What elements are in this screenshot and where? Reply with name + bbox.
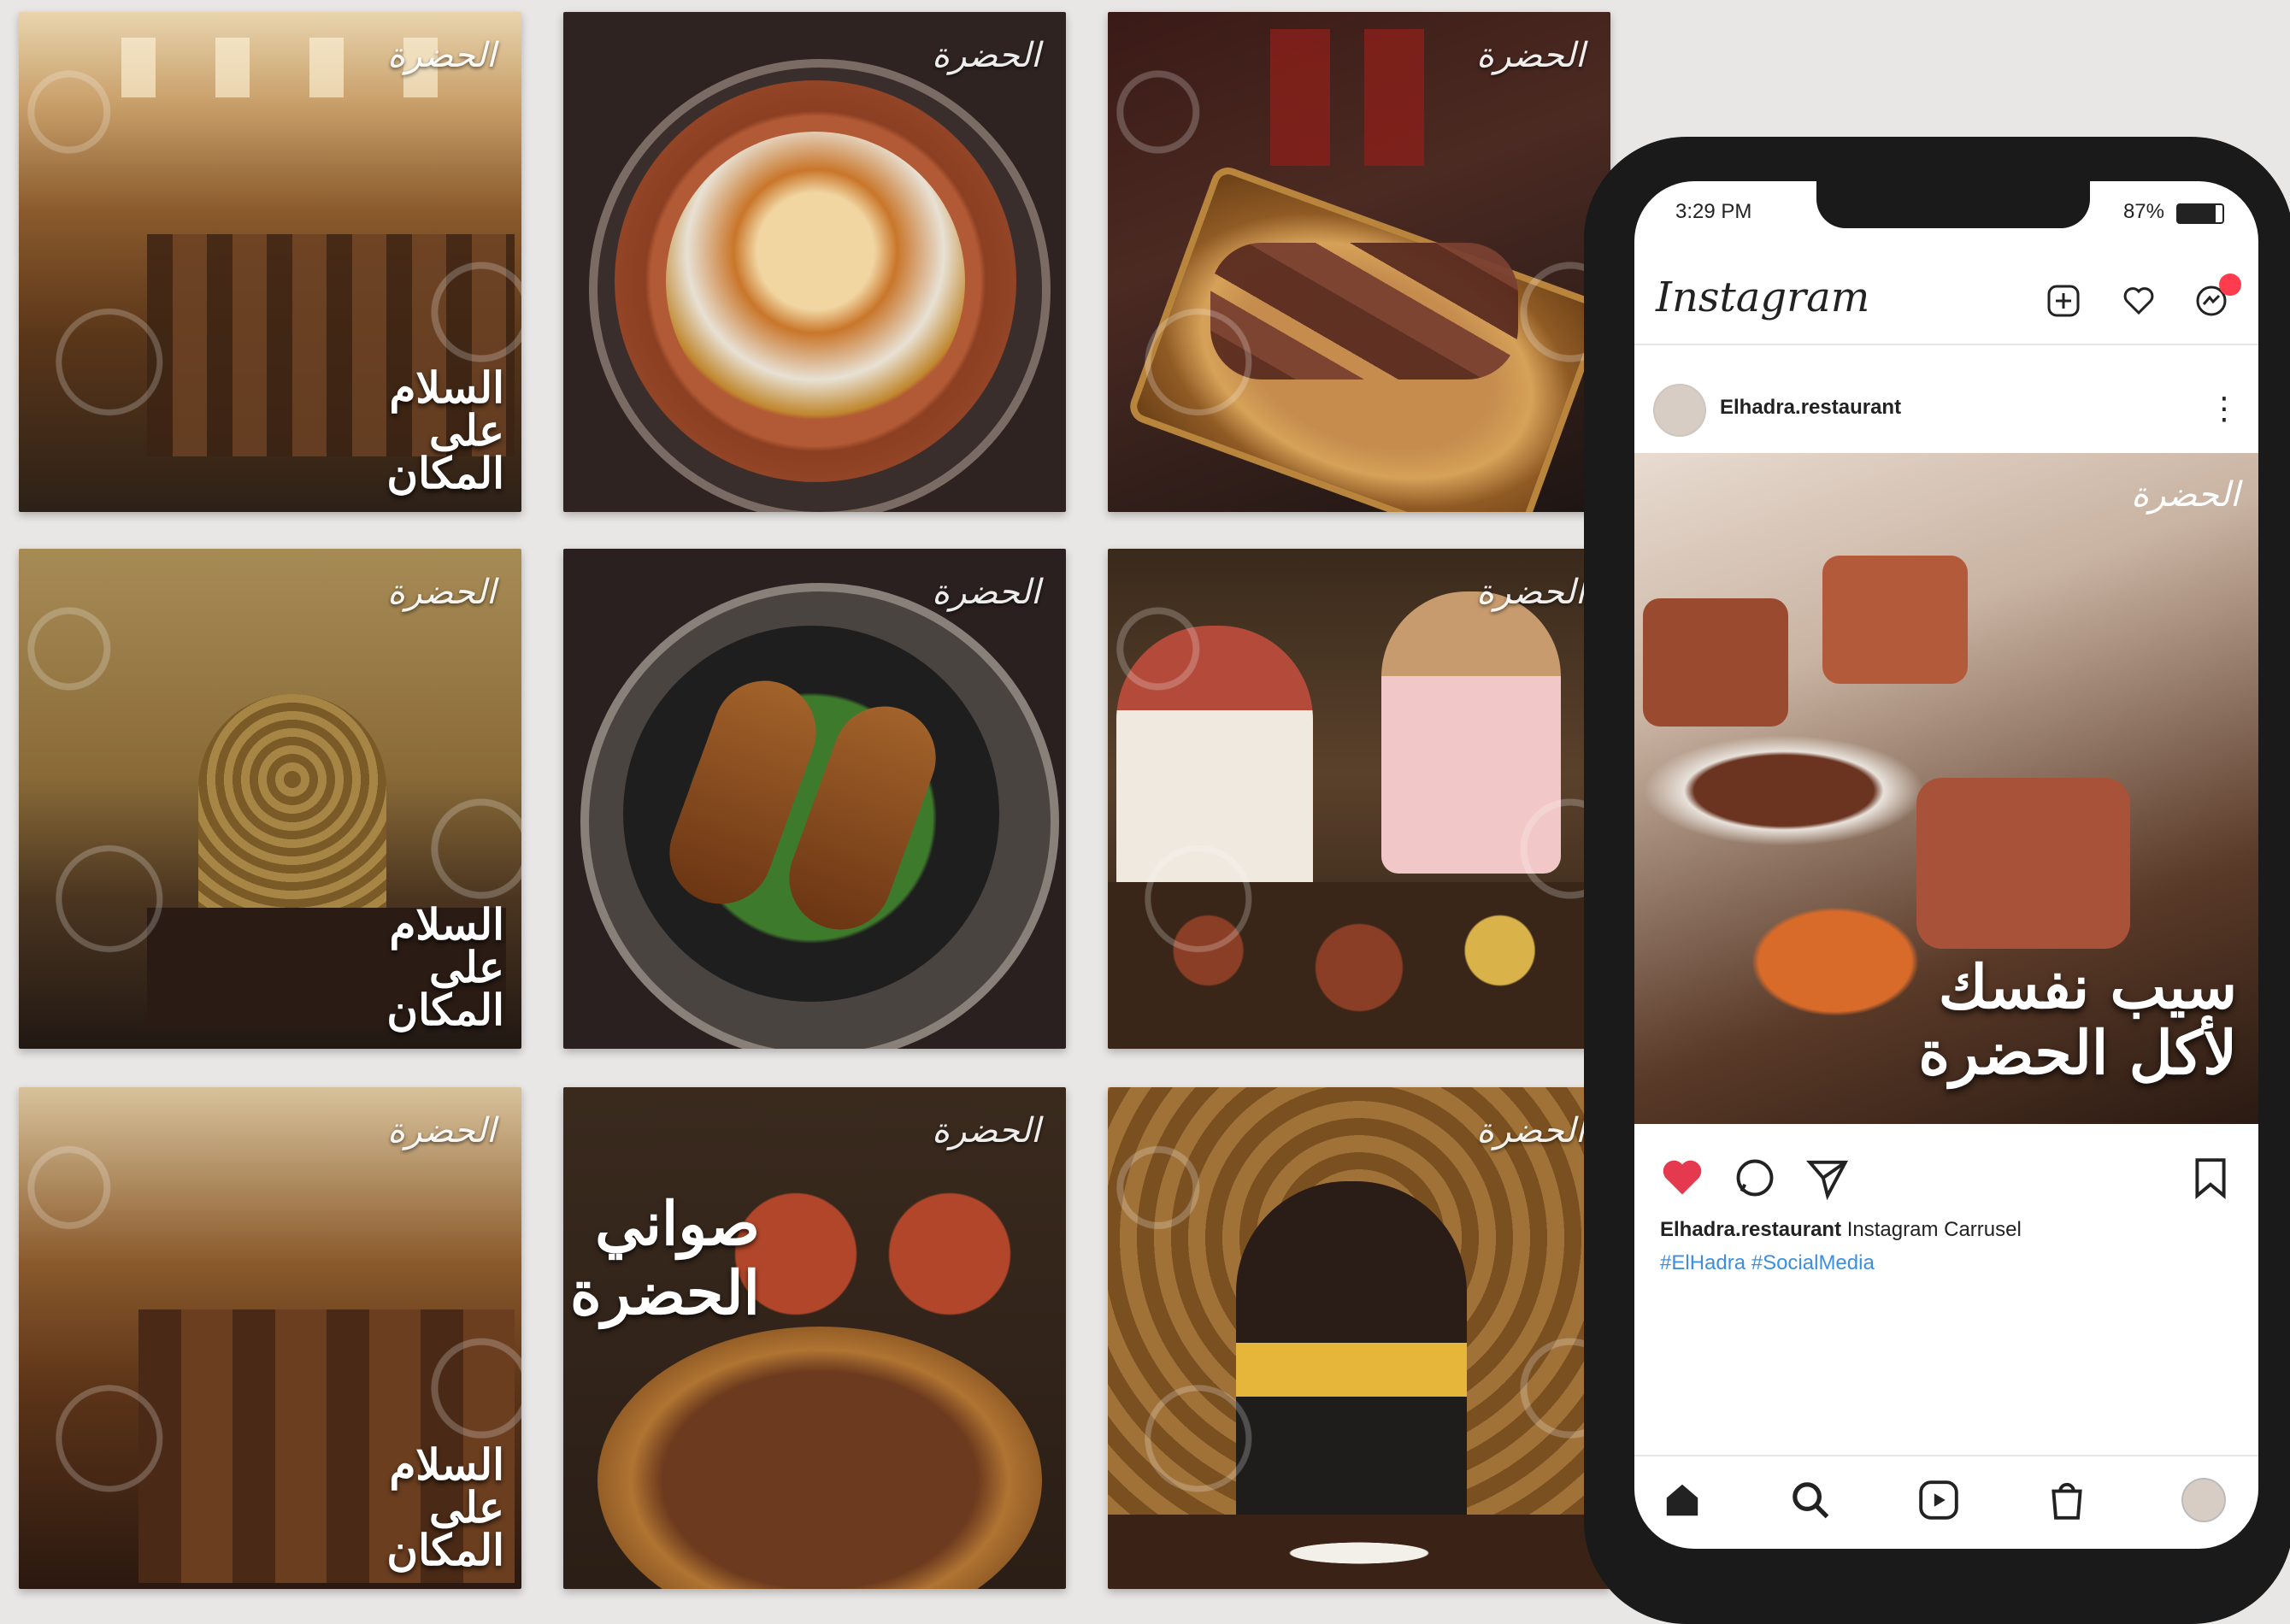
calligraphy-pattern [1108, 549, 1610, 1049]
more-options-icon[interactable]: ⋮ [2209, 391, 2240, 427]
share-icon[interactable] [1805, 1156, 1850, 1200]
slogan-text: السلام على المكان [386, 362, 504, 498]
calligraphy-pattern [1108, 1087, 1610, 1589]
fried-dish [1737, 897, 1934, 1026]
phone-notch [1816, 181, 2090, 228]
calligraphy-pattern [1108, 12, 1610, 512]
grid-post-8[interactable]: صواني الحضرة الحضرة [563, 1087, 1066, 1589]
home-icon[interactable] [1660, 1478, 1704, 1522]
grid-post-1[interactable]: الحضرة السلام على المكان [19, 12, 521, 512]
phone-screen: 3:29 PM 87% Instagram Elhadra.restaurant… [1634, 181, 2258, 1549]
soup-bowls [734, 1190, 1042, 1318]
instagram-header: Instagram [1634, 258, 2258, 344]
header-divider [1634, 344, 2258, 345]
post-header: Elhadra.restaurant ⋮ [1634, 365, 2258, 450]
heart-icon[interactable] [2122, 284, 2156, 318]
notification-dot [2219, 274, 2241, 296]
clay-pot-center [1822, 556, 1968, 684]
post-brand-logo: الحضرة [2131, 475, 2240, 515]
brand-logo: الحضرة [387, 36, 496, 75]
post-username[interactable]: Elhadra.restaurant [1720, 396, 1901, 420]
brand-logo: الحضرة [932, 1111, 1040, 1150]
reels-icon[interactable] [1916, 1478, 1961, 1522]
post-headline-line1: سيب نفسك [1938, 951, 2237, 1022]
post-headline: سيب نفسك لأكل الحضرة [1918, 954, 2237, 1086]
slogan-text: السلام على المكان [386, 1439, 504, 1575]
search-icon[interactable] [1788, 1478, 1833, 1522]
post-hashtags[interactable]: #ElHadra #SocialMedia [1660, 1251, 1875, 1275]
caption-text: Instagram Carrusel [1846, 1218, 2022, 1241]
like-heart-icon[interactable] [1660, 1156, 1704, 1200]
brand-logo: الحضرة [387, 1111, 496, 1150]
grid-post-3[interactable]: الحضرة [1108, 12, 1610, 512]
bookmark-icon[interactable] [2188, 1156, 2233, 1200]
post-actions [1634, 1139, 2258, 1215]
grid-post-4[interactable]: الحضرة السلام على المكان [19, 549, 521, 1049]
feast-title: صواني الحضرة [570, 1188, 760, 1328]
clay-pot-front [1916, 778, 2130, 949]
profile-avatar-icon[interactable] [2181, 1478, 2226, 1522]
clay-pot-left [1643, 598, 1788, 727]
battery-icon [2176, 203, 2224, 224]
post-headline-line2: لأكل الحضرة [1918, 1017, 2237, 1088]
post-caption: Elhadra.restaurant Instagram Carrusel [1660, 1218, 2022, 1242]
post-image[interactable]: الحضرة سيب نفسك لأكل الحضرة [1634, 453, 2258, 1124]
user-avatar[interactable] [1653, 384, 1706, 437]
caption-username[interactable]: Elhadra.restaurant [1660, 1218, 1841, 1241]
new-post-icon[interactable] [2046, 284, 2081, 318]
brand-logo: الحضرة [1476, 36, 1585, 75]
grid-post-7[interactable]: الحضرة السلام على المكان [19, 1087, 521, 1589]
grid-post-5[interactable]: الحضرة [563, 549, 1066, 1049]
slogan-text: السلام على المكان [386, 899, 504, 1035]
bottom-nav [1634, 1455, 2258, 1549]
kofta-plate [1643, 735, 1925, 846]
fatta-dish [666, 132, 965, 431]
shop-icon[interactable] [2045, 1478, 2089, 1522]
grid-post-9[interactable]: الحضرة [1108, 1087, 1610, 1589]
brand-logo: الحضرة [1476, 573, 1585, 612]
app-logo[interactable]: Instagram [1656, 274, 1869, 321]
comment-icon[interactable] [1733, 1156, 1777, 1200]
brand-logo: الحضرة [387, 573, 496, 612]
grid-post-6[interactable]: الحضرة [1108, 549, 1610, 1049]
status-battery: 87% [2122, 200, 2164, 223]
grid-post-2[interactable]: الحضرة [563, 12, 1066, 512]
brand-logo: الحضرة [932, 36, 1040, 75]
brand-logo: الحضرة [932, 573, 1040, 612]
status-time: 3:29 PM [1675, 200, 1752, 223]
brand-logo: الحضرة [1476, 1111, 1585, 1150]
